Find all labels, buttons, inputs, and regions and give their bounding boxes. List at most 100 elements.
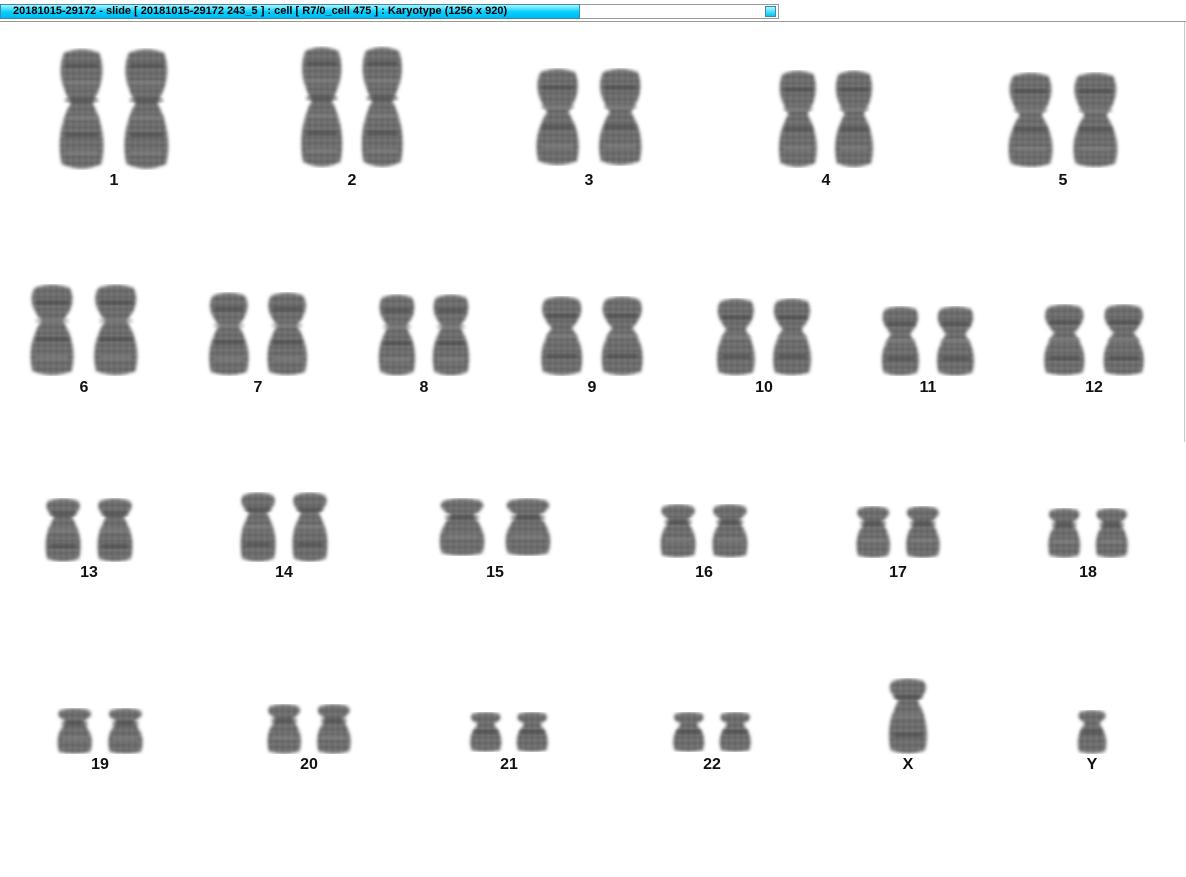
chromosome-image [1077,710,1107,754]
chromosome-label: 3 [584,172,594,189]
chromosome-group-22[interactable]: 22 [669,712,755,776]
chromosome-pair-image [778,70,874,168]
chromosome-pair-image [660,504,748,558]
chromosome-image [124,49,169,169]
chromosome-label: 6 [79,379,89,396]
chromosome-image [361,47,403,167]
chromosome-label: 18 [1079,564,1097,581]
chromosome-group-12[interactable]: 12 [1039,304,1149,399]
chromosome-label: 8 [419,379,429,396]
chromosome-group-y[interactable]: Y [1074,710,1110,776]
chromosome-group-10[interactable]: 10 [712,298,816,399]
chromosome-group-21[interactable]: 21 [466,712,552,776]
chromosome-image [1103,304,1144,376]
chromosome-group-x[interactable]: X [884,678,932,776]
chromosome-label: 19 [91,756,109,773]
chromosome-group-13[interactable]: 13 [41,498,137,584]
chromosome-image [57,708,92,754]
chromosome-pair-image [30,284,138,376]
chromosome-image [1044,304,1085,376]
chromosome-pair-image [536,68,642,166]
chromosome-pair-image [57,708,143,754]
chromosome-image [505,498,551,556]
window-title-tab[interactable]: 20181015-29172 - slide [ 20181015-29172 … [0,4,580,19]
chromosome-pair-image [673,712,751,752]
chromosome-pair-image [1077,710,1107,754]
chromosome-label: 9 [587,379,597,396]
chromosome-group-8[interactable]: 8 [374,294,474,399]
chromosome-group-19[interactable]: 19 [53,708,147,776]
chromosome-label: 10 [755,379,773,396]
chromosome-label: Y [1086,756,1098,773]
chromosome-pair-image [541,296,643,376]
title-bar-scroll-track[interactable] [580,4,779,19]
chromosome-image [856,506,890,558]
chromosome-pair-image [240,492,328,562]
chromosome-image [240,492,276,562]
chromosome-image [778,70,817,168]
chromosome-pair-image [881,306,975,376]
chromosome-image [1073,72,1118,168]
chromosome-pair-image [716,298,812,376]
chromosome-group-6[interactable]: 6 [25,284,143,399]
chromosome-label: 11 [919,379,937,396]
chromosome-group-5[interactable]: 5 [1003,72,1123,192]
chromosome-pair-image [439,498,551,556]
chromosome-image [712,504,748,558]
title-bar-scroll-thumb[interactable] [765,6,776,17]
chromosome-image [906,506,940,558]
chromosome-image [881,306,920,376]
chromosome-label: 1 [109,172,119,189]
chromosome-image [267,704,301,754]
chromosome-label: 16 [695,564,713,581]
chromosome-group-16[interactable]: 16 [656,504,752,584]
chromosome-image [719,712,751,752]
chromosome-image [45,498,81,562]
chromosome-group-14[interactable]: 14 [236,492,332,584]
chromosome-group-2[interactable]: 2 [296,46,408,192]
chromosome-group-15[interactable]: 15 [434,498,556,584]
chromosome-image [108,708,143,754]
chromosome-image [267,292,307,376]
chromosome-label: 5 [1058,172,1068,189]
chromosome-label: X [902,756,914,773]
chromosome-image [378,294,416,376]
chromosome-label: 17 [889,564,907,581]
chromosome-image [470,712,502,752]
chromosome-pair-image [209,292,307,376]
chromosome-group-9[interactable]: 9 [536,296,648,399]
chromosome-image [432,294,470,376]
chromosome-image [660,504,696,558]
chromosome-image [541,296,583,376]
chromosome-group-18[interactable]: 18 [1044,508,1132,584]
chromosome-image [317,704,351,754]
chromosome-image [292,492,328,562]
chromosome-pair-image [301,47,403,167]
chromosome-pair-image [45,498,133,562]
chromosome-label: 15 [486,564,504,581]
chromosome-image [439,498,485,556]
chromosome-image [97,498,133,562]
chromosome-pair-image [1044,304,1144,376]
chromosome-label: 12 [1085,379,1103,396]
chromosome-image [888,678,928,754]
chromosome-label: 2 [347,172,357,189]
chromosome-label: 4 [821,172,831,189]
chromosome-group-11[interactable]: 11 [877,306,979,399]
chromosome-group-3[interactable]: 3 [531,68,647,192]
chromosome-image [835,70,874,168]
chromosome-group-20[interactable]: 20 [263,704,355,776]
chromosome-group-1[interactable]: 1 [54,48,174,192]
chromosome-label: 21 [500,756,518,773]
chromosome-image [516,712,548,752]
chromosome-group-4[interactable]: 4 [774,70,878,192]
chromosome-group-17[interactable]: 17 [852,506,944,584]
chromosome-image [936,306,975,376]
chromosome-image [30,284,74,376]
chromosome-pair-image [59,49,169,169]
chromosome-image [716,298,755,376]
chromosome-group-7[interactable]: 7 [204,292,312,399]
chromosome-image [1095,508,1128,558]
chromosome-image [1008,72,1053,168]
chromosome-image [59,49,104,169]
